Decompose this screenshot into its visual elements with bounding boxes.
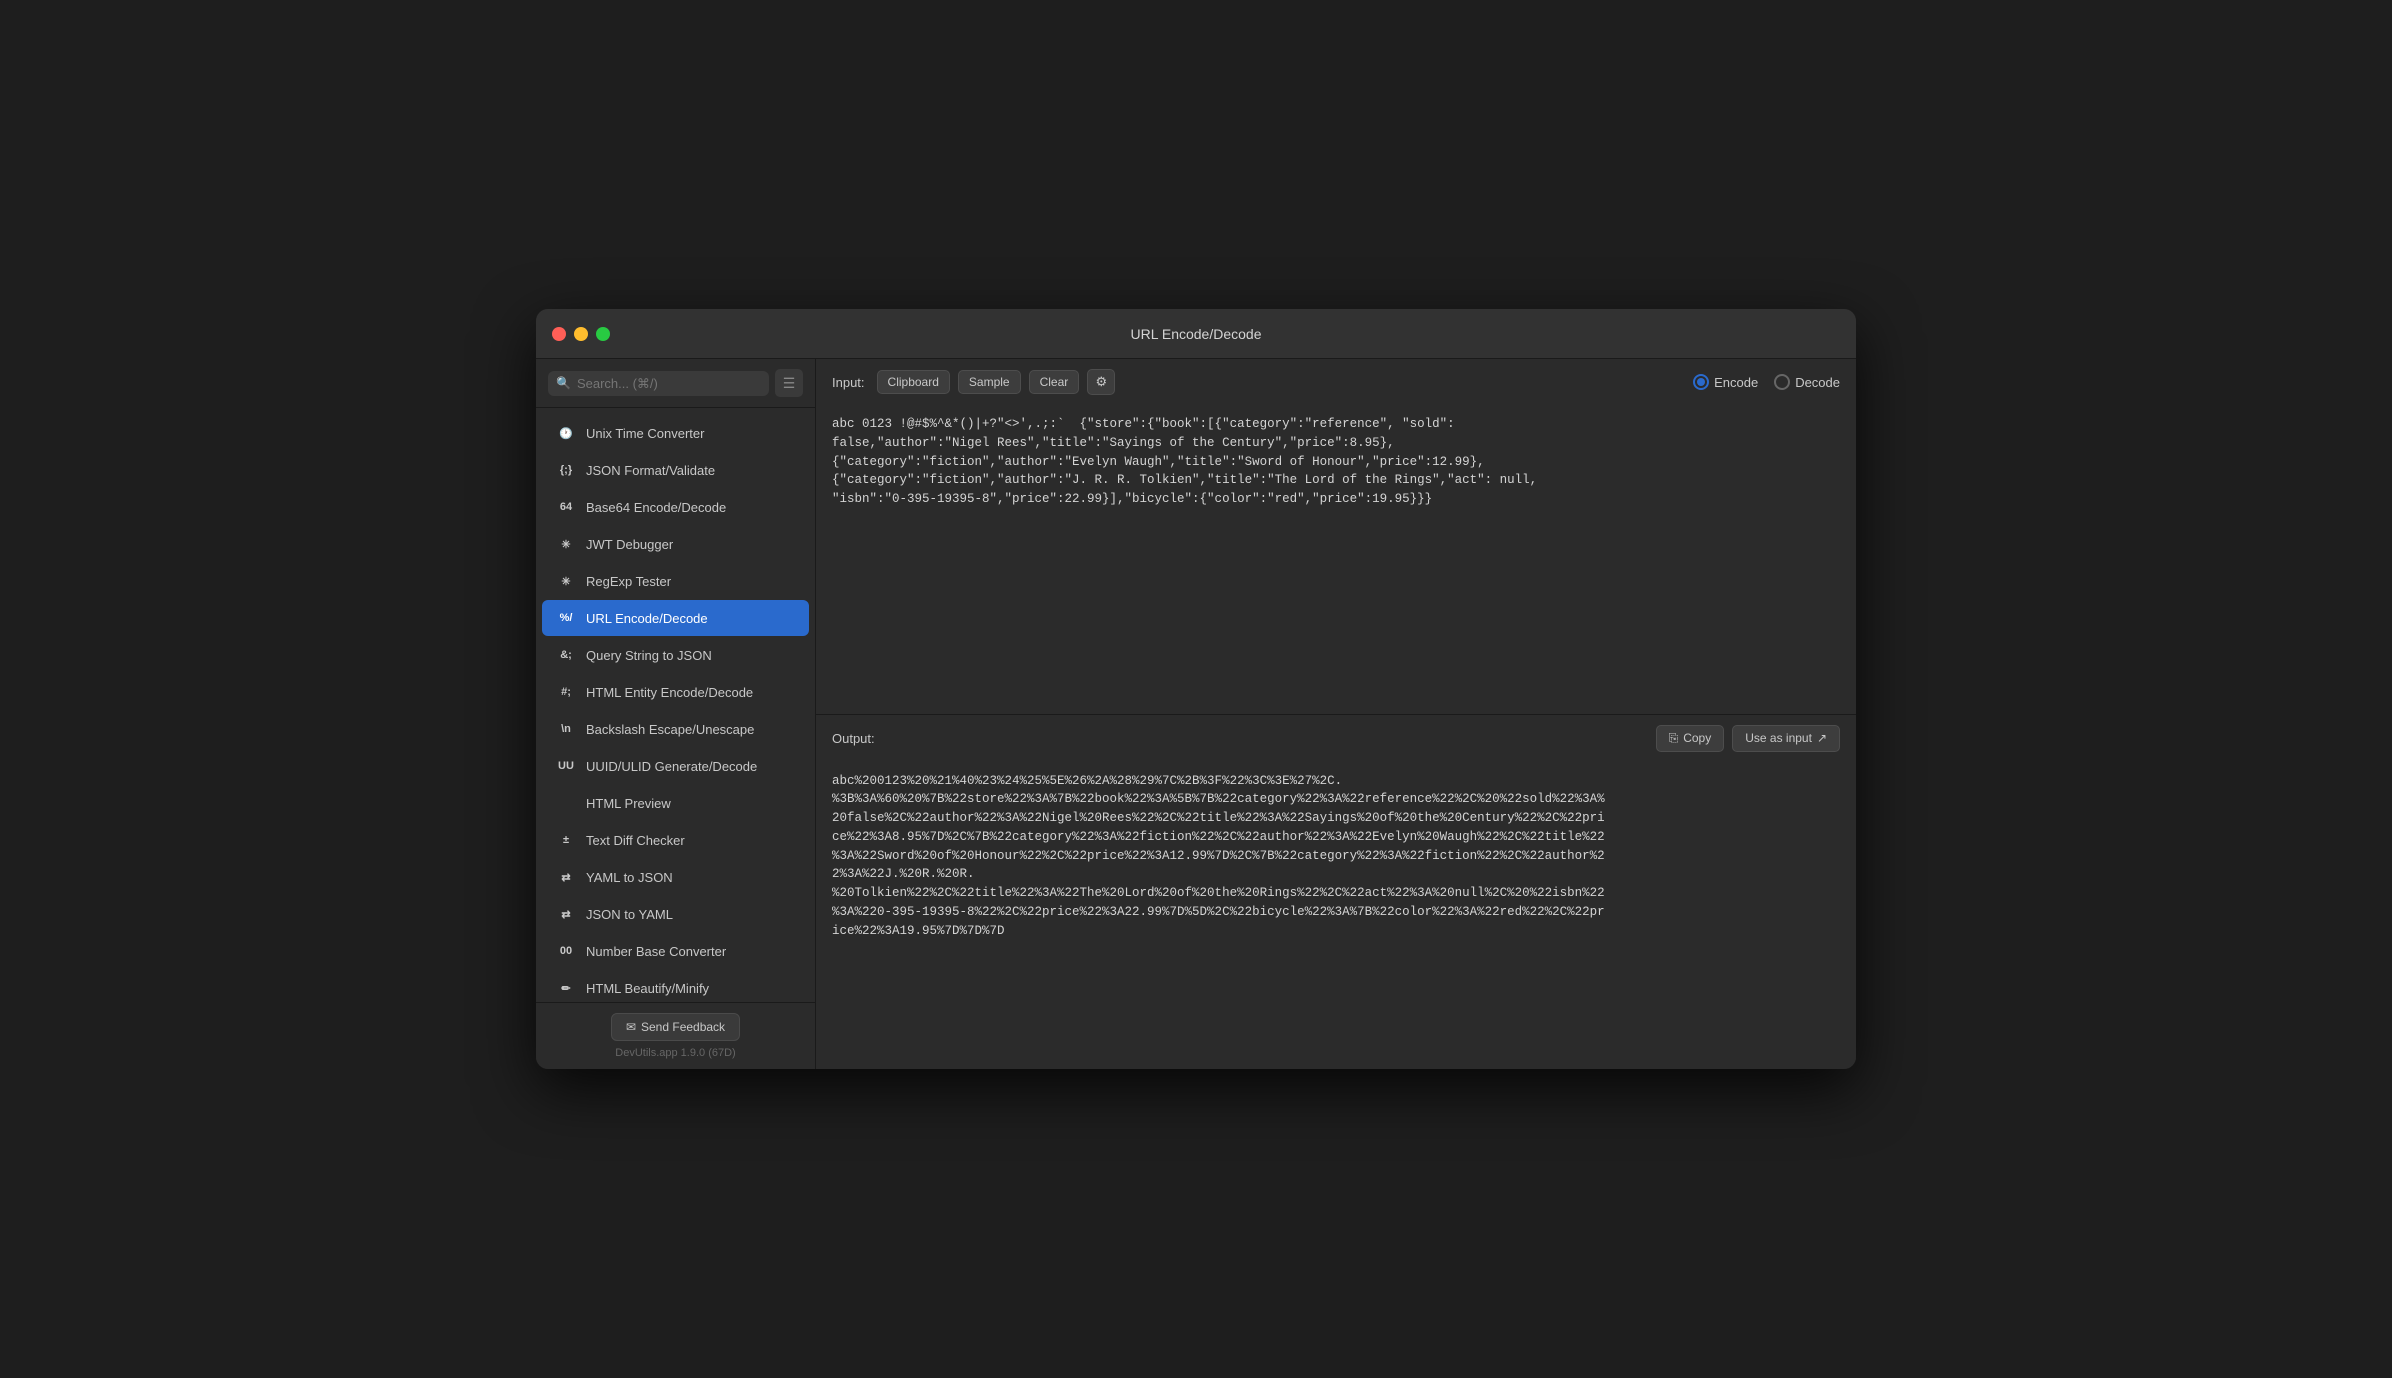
sidebar-list: 🕐 Unix Time Converter {;} JSON Format/Va… — [536, 408, 815, 1002]
minimize-button[interactable] — [574, 327, 588, 341]
sidebar-icon-uuid: UU — [556, 756, 576, 776]
sidebar-item-yaml-json[interactable]: ⇄ YAML to JSON — [542, 859, 809, 895]
use-as-input-icon: ↗ — [1817, 731, 1827, 745]
copy-label: Copy — [1683, 731, 1711, 745]
sidebar-item-text-diff[interactable]: ± Text Diff Checker — [542, 822, 809, 858]
sidebar-footer: ✉ Send Feedback DevUtils.app 1.9.0 (67D) — [536, 1002, 815, 1069]
settings-button[interactable]: ⚙ — [1087, 369, 1115, 395]
sidebar-item-unix-time[interactable]: 🕐 Unix Time Converter — [542, 415, 809, 451]
input-content[interactable]: abc 0123 !@#$%^&*()|+?"<>',.;:` {"store"… — [816, 405, 1856, 714]
output-toolbar: Output: ⎘ Copy Use as input ↗ — [816, 715, 1856, 762]
sidebar: 🔍 ☰ 🕐 Unix Time Converter {;} JSON Forma… — [536, 359, 816, 1069]
input-section: Input: Clipboard Sample Clear ⚙ Encode D… — [816, 359, 1856, 715]
search-icon: 🔍 — [556, 376, 571, 390]
decode-option[interactable]: Decode — [1774, 374, 1840, 390]
sidebar-icon-query-string: &; — [556, 645, 576, 665]
use-as-input-label: Use as input — [1745, 731, 1812, 745]
sidebar-item-html-preview[interactable]: HTML Preview — [542, 785, 809, 821]
sidebar-label-backslash: Backslash Escape/Unescape — [586, 722, 754, 737]
sidebar-label-uuid: UUID/ULID Generate/Decode — [586, 759, 757, 774]
output-label: Output: — [832, 731, 875, 746]
sidebar-icon-url-encode: %/ — [556, 608, 576, 628]
sidebar-item-number-base[interactable]: 00 Number Base Converter — [542, 933, 809, 969]
sidebar-item-jwt[interactable]: ✳ JWT Debugger — [542, 526, 809, 562]
sidebar-item-html-entity[interactable]: #; HTML Entity Encode/Decode — [542, 674, 809, 710]
sidebar-icon-number-base: 00 — [556, 941, 576, 961]
output-content: abc%200123%20%21%40%23%24%25%5E%26%2A%28… — [816, 762, 1856, 1070]
right-panel: Input: Clipboard Sample Clear ⚙ Encode D… — [816, 359, 1856, 1069]
sidebar-icon-regexp: ✳ — [556, 571, 576, 591]
copy-icon: ⎘ — [1669, 731, 1679, 746]
sidebar-item-backslash[interactable]: \n Backslash Escape/Unescape — [542, 711, 809, 747]
input-toolbar: Input: Clipboard Sample Clear ⚙ Encode D… — [816, 359, 1856, 405]
sidebar-label-text-diff: Text Diff Checker — [586, 833, 685, 848]
decode-radio[interactable] — [1774, 374, 1790, 390]
copy-button[interactable]: ⎘ Copy — [1656, 725, 1725, 752]
sidebar-item-uuid[interactable]: UU UUID/ULID Generate/Decode — [542, 748, 809, 784]
sidebar-icon-text-diff: ± — [556, 830, 576, 850]
encode-label: Encode — [1714, 375, 1758, 390]
sidebar-item-json-format[interactable]: {;} JSON Format/Validate — [542, 452, 809, 488]
sidebar-icon-backslash: \n — [556, 719, 576, 739]
clipboard-button[interactable]: Clipboard — [877, 370, 950, 394]
sidebar-label-regexp: RegExp Tester — [586, 574, 671, 589]
sidebar-label-url-encode: URL Encode/Decode — [586, 611, 708, 626]
window-title: URL Encode/Decode — [1130, 326, 1261, 342]
search-wrapper[interactable]: 🔍 — [548, 371, 769, 396]
search-bar: 🔍 ☰ — [536, 359, 815, 408]
title-bar: URL Encode/Decode — [536, 309, 1856, 359]
filter-button[interactable]: ☰ — [775, 369, 803, 397]
use-as-input-button[interactable]: Use as input ↗ — [1732, 725, 1840, 752]
sidebar-item-query-string[interactable]: &; Query String to JSON — [542, 637, 809, 673]
sidebar-icon-html-entity: #; — [556, 682, 576, 702]
sidebar-label-json-yaml: JSON to YAML — [586, 907, 673, 922]
sidebar-label-base64: Base64 Encode/Decode — [586, 500, 726, 515]
version-label: DevUtils.app 1.9.0 (67D) — [615, 1047, 735, 1059]
maximize-button[interactable] — [596, 327, 610, 341]
decode-label: Decode — [1795, 375, 1840, 390]
sidebar-item-base64[interactable]: 64 Base64 Encode/Decode — [542, 489, 809, 525]
sidebar-label-unix-time: Unix Time Converter — [586, 426, 704, 441]
encode-option[interactable]: Encode — [1693, 374, 1758, 390]
feedback-icon: ✉ — [626, 1020, 636, 1034]
sidebar-label-json-format: JSON Format/Validate — [586, 463, 715, 478]
sample-button[interactable]: Sample — [958, 370, 1021, 394]
sidebar-item-html-beautify[interactable]: ✏ HTML Beautify/Minify — [542, 970, 809, 1002]
output-actions: ⎘ Copy Use as input ↗ — [1656, 725, 1840, 752]
sidebar-icon-jwt: ✳ — [556, 534, 576, 554]
sidebar-label-html-entity: HTML Entity Encode/Decode — [586, 685, 753, 700]
app-window: URL Encode/Decode 🔍 ☰ 🕐 Unix Time Conver… — [536, 309, 1856, 1069]
sidebar-icon-yaml-json: ⇄ — [556, 867, 576, 887]
sidebar-label-query-string: Query String to JSON — [586, 648, 712, 663]
feedback-button[interactable]: ✉ Send Feedback — [611, 1013, 740, 1041]
sidebar-icon-unix-time: 🕐 — [556, 423, 576, 443]
sidebar-icon-html-beautify: ✏ — [556, 978, 576, 998]
sidebar-icon-base64: 64 — [556, 497, 576, 517]
traffic-lights — [552, 327, 610, 341]
sidebar-icon-json-format: {;} — [556, 460, 576, 480]
encode-radio[interactable] — [1693, 374, 1709, 390]
sidebar-item-json-yaml[interactable]: ⇄ JSON to YAML — [542, 896, 809, 932]
sidebar-label-yaml-json: YAML to JSON — [586, 870, 673, 885]
input-label: Input: — [832, 375, 865, 390]
close-button[interactable] — [552, 327, 566, 341]
encode-decode-toggle: Encode Decode — [1693, 374, 1840, 390]
sidebar-label-html-beautify: HTML Beautify/Minify — [586, 981, 709, 996]
main-content: 🔍 ☰ 🕐 Unix Time Converter {;} JSON Forma… — [536, 359, 1856, 1069]
sidebar-icon-html-preview — [556, 793, 576, 813]
sidebar-item-url-encode[interactable]: %/ URL Encode/Decode — [542, 600, 809, 636]
sidebar-item-regexp[interactable]: ✳ RegExp Tester — [542, 563, 809, 599]
clear-button[interactable]: Clear — [1029, 370, 1080, 394]
search-input[interactable] — [577, 376, 761, 391]
sidebar-label-html-preview: HTML Preview — [586, 796, 671, 811]
output-section: Output: ⎘ Copy Use as input ↗ abc%200123… — [816, 715, 1856, 1070]
sidebar-icon-json-yaml: ⇄ — [556, 904, 576, 924]
sidebar-label-jwt: JWT Debugger — [586, 537, 673, 552]
sidebar-label-number-base: Number Base Converter — [586, 944, 726, 959]
